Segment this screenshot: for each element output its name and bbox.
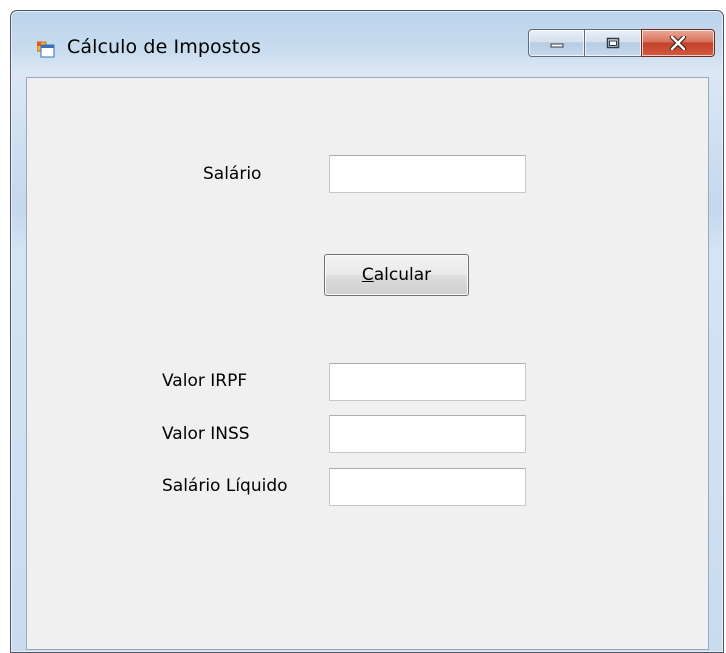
window-title: Cálculo de Impostos	[67, 36, 261, 58]
form-client-area: Salário Calcular Valor IRPF Valor INSS S…	[26, 77, 709, 650]
close-button[interactable]	[641, 29, 715, 57]
calcular-button[interactable]: Calcular	[324, 254, 469, 296]
calcular-label: alcular	[373, 265, 432, 285]
valor-irpf-input[interactable]	[329, 363, 526, 401]
salario-input[interactable]	[329, 155, 526, 193]
maximize-icon	[606, 37, 620, 49]
close-icon	[669, 36, 687, 50]
title-bar[interactable]: Cálculo de Impostos	[11, 11, 723, 77]
maximize-button[interactable]	[584, 29, 642, 57]
salario-liquido-label: Salário Líquido	[162, 476, 288, 496]
valor-inss-label: Valor INSS	[162, 424, 250, 444]
valor-inss-input[interactable]	[329, 415, 526, 453]
windows-forms-app-icon	[36, 40, 55, 58]
valor-irpf-label: Valor IRPF	[162, 371, 248, 391]
salario-label: Salário	[203, 164, 262, 184]
app-window: Cálculo de Impostos Salário Calcular Val…	[10, 10, 724, 653]
calcular-mnemonic: C	[361, 265, 374, 285]
salario-liquido-input[interactable]	[329, 468, 526, 506]
minimize-icon	[550, 43, 563, 48]
caption-buttons	[528, 29, 715, 57]
minimize-button[interactable]	[528, 29, 585, 57]
